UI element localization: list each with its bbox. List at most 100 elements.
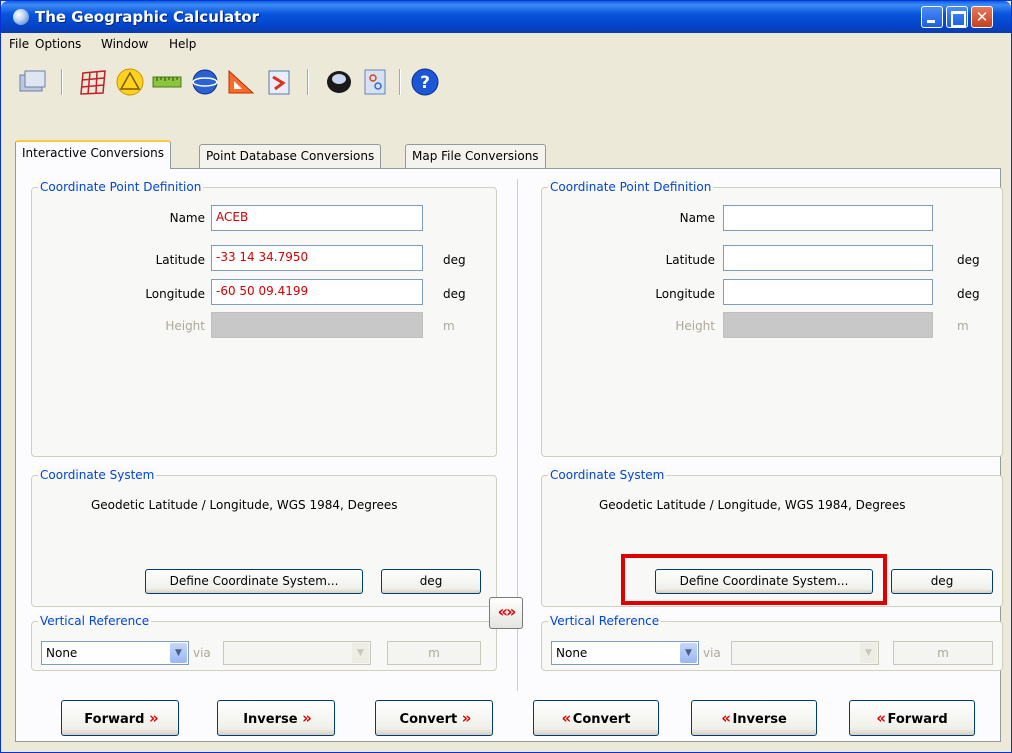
right-height-label: Height <box>675 319 715 333</box>
convert-right-button[interactable]: Convert » <box>375 700 493 736</box>
window-title: The Geographic Calculator <box>35 8 260 26</box>
blob-icon[interactable] <box>323 67 355 97</box>
left-point-group-title: Coordinate Point Definition <box>38 180 204 194</box>
app-globe-icon <box>13 9 29 25</box>
toolbar-separator <box>399 69 401 95</box>
left-vr-select[interactable]: None ▼ <box>41 641 189 665</box>
left-name-field[interactable]: ACEB <box>211 205 423 231</box>
convert-right-label: Convert <box>399 712 458 727</box>
close-button[interactable]: ✕ <box>971 6 993 28</box>
title-bar[interactable]: The Geographic Calculator ✕ <box>1 1 1011 33</box>
chevron-left-icon: « <box>561 709 572 727</box>
menu-options[interactable]: Options <box>35 37 81 51</box>
right-deg-button[interactable]: deg <box>891 569 993 594</box>
app-window: The Geographic Calculator ✕ File Options… <box>0 0 1012 753</box>
chevron-left-icon: « <box>876 709 886 727</box>
forward-left-label: Forward <box>887 712 948 727</box>
chevron-down-icon: ▼ <box>860 643 877 663</box>
toolbar-separator <box>61 69 63 95</box>
inverse-left-button[interactable]: « Inverse <box>691 700 817 736</box>
chevron-down-icon[interactable]: ▼ <box>170 643 187 663</box>
right-via-label: via <box>703 646 721 660</box>
left-latitude-unit: deg <box>443 253 466 267</box>
convert-left-label: Convert <box>572 712 631 727</box>
forward-label: Forward <box>84 712 145 727</box>
tab-map-file-conversions[interactable]: Map File Conversions <box>405 144 546 168</box>
right-vr-select[interactable]: None ▼ <box>551 641 699 665</box>
left-latitude-field[interactable]: -33 14 34.7950 <box>211 245 423 271</box>
menu-window[interactable]: Window <box>101 37 148 51</box>
close-icon: ✕ <box>975 8 989 26</box>
swap-systems-button[interactable]: «» <box>489 597 523 629</box>
left-vr-select-value: None <box>46 646 78 660</box>
right-height-unit: m <box>957 319 969 333</box>
tab-interactive-conversions[interactable]: Interactive Conversions <box>15 140 171 169</box>
left-latitude-label: Latitude <box>155 253 205 267</box>
chevron-right-icon: » <box>461 709 472 727</box>
forward-button[interactable]: Forward » <box>61 700 179 736</box>
right-via-select: ▼ <box>731 641 879 665</box>
right-longitude-label: Longitude <box>655 287 715 301</box>
maximize-icon <box>947 7 967 27</box>
left-define-cs-button[interactable]: Define Coordinate System... <box>145 569 363 594</box>
chevron-left-icon: « <box>721 709 731 727</box>
triangle-red-icon[interactable] <box>225 67 257 97</box>
menu-bar: File Options Window Help <box>1 33 1011 57</box>
left-vr-unit-field: m <box>387 641 481 665</box>
menu-file[interactable]: File <box>9 37 29 51</box>
tab-point-database-conversions[interactable]: Point Database Conversions <box>199 144 382 168</box>
grid-icon[interactable] <box>77 67 109 97</box>
chevron-down-icon[interactable]: ▼ <box>680 643 697 663</box>
right-longitude-unit: deg <box>957 287 980 301</box>
left-height-unit: m <box>443 319 455 333</box>
toolbar: ? <box>1 57 1011 105</box>
settings-document-icon[interactable] <box>359 67 391 97</box>
inverse-left-label: Inverse <box>732 712 787 727</box>
chevron-down-icon: ▼ <box>352 643 369 663</box>
menu-help[interactable]: Help <box>169 37 196 51</box>
arrow-document-icon[interactable] <box>263 67 295 97</box>
ruler-icon[interactable] <box>151 67 183 97</box>
left-cs-group-title: Coordinate System <box>38 468 157 482</box>
left-vr-unit: m <box>428 646 440 660</box>
convert-left-button[interactable]: « Convert <box>533 700 659 736</box>
left-vr-group-title: Vertical Reference <box>38 614 152 628</box>
left-via-select: ▼ <box>223 641 371 665</box>
left-cs-description: Geodetic Latitude / Longitude, WGS 1984,… <box>91 498 398 512</box>
right-name-label: Name <box>679 211 715 225</box>
right-latitude-field[interactable] <box>723 245 933 271</box>
right-longitude-field[interactable] <box>723 279 933 305</box>
right-cs-description: Geodetic Latitude / Longitude, WGS 1984,… <box>599 498 906 512</box>
right-vr-select-value: None <box>556 646 588 660</box>
right-vr-unit: m <box>937 646 949 660</box>
left-longitude-unit: deg <box>443 287 466 301</box>
maximize-button[interactable] <box>946 6 968 28</box>
toolbar-separator <box>307 69 309 95</box>
svg-text:?: ? <box>420 73 430 93</box>
chevron-right-icon: » <box>149 709 159 727</box>
open-window-icon[interactable] <box>17 67 49 97</box>
inverse-button[interactable]: Inverse » <box>217 700 335 736</box>
left-longitude-field[interactable]: -60 50 09.4199 <box>211 279 423 305</box>
right-name-field[interactable] <box>723 205 933 231</box>
chevron-right-icon: » <box>302 709 312 727</box>
left-height-label: Height <box>165 319 205 333</box>
help-icon[interactable]: ? <box>409 67 441 97</box>
left-name-label: Name <box>169 211 205 225</box>
triangle-yellow-icon[interactable] <box>114 67 146 97</box>
inverse-label: Inverse <box>243 712 298 727</box>
minimize-button[interactable] <box>921 6 943 28</box>
right-vr-group-title: Vertical Reference <box>548 614 662 628</box>
left-height-field <box>211 312 423 338</box>
swap-chevrons-icon: «» <box>497 602 517 621</box>
right-latitude-label: Latitude <box>665 253 715 267</box>
left-deg-button[interactable]: deg <box>381 569 481 594</box>
right-vr-unit-field: m <box>893 641 993 665</box>
forward-left-button[interactable]: « Forward <box>849 700 975 736</box>
left-via-label: via <box>193 646 211 660</box>
globe-icon[interactable] <box>189 67 221 97</box>
right-latitude-unit: deg <box>957 253 980 267</box>
left-longitude-label: Longitude <box>145 287 205 301</box>
right-point-group-title: Coordinate Point Definition <box>548 180 714 194</box>
right-height-field <box>723 312 933 338</box>
